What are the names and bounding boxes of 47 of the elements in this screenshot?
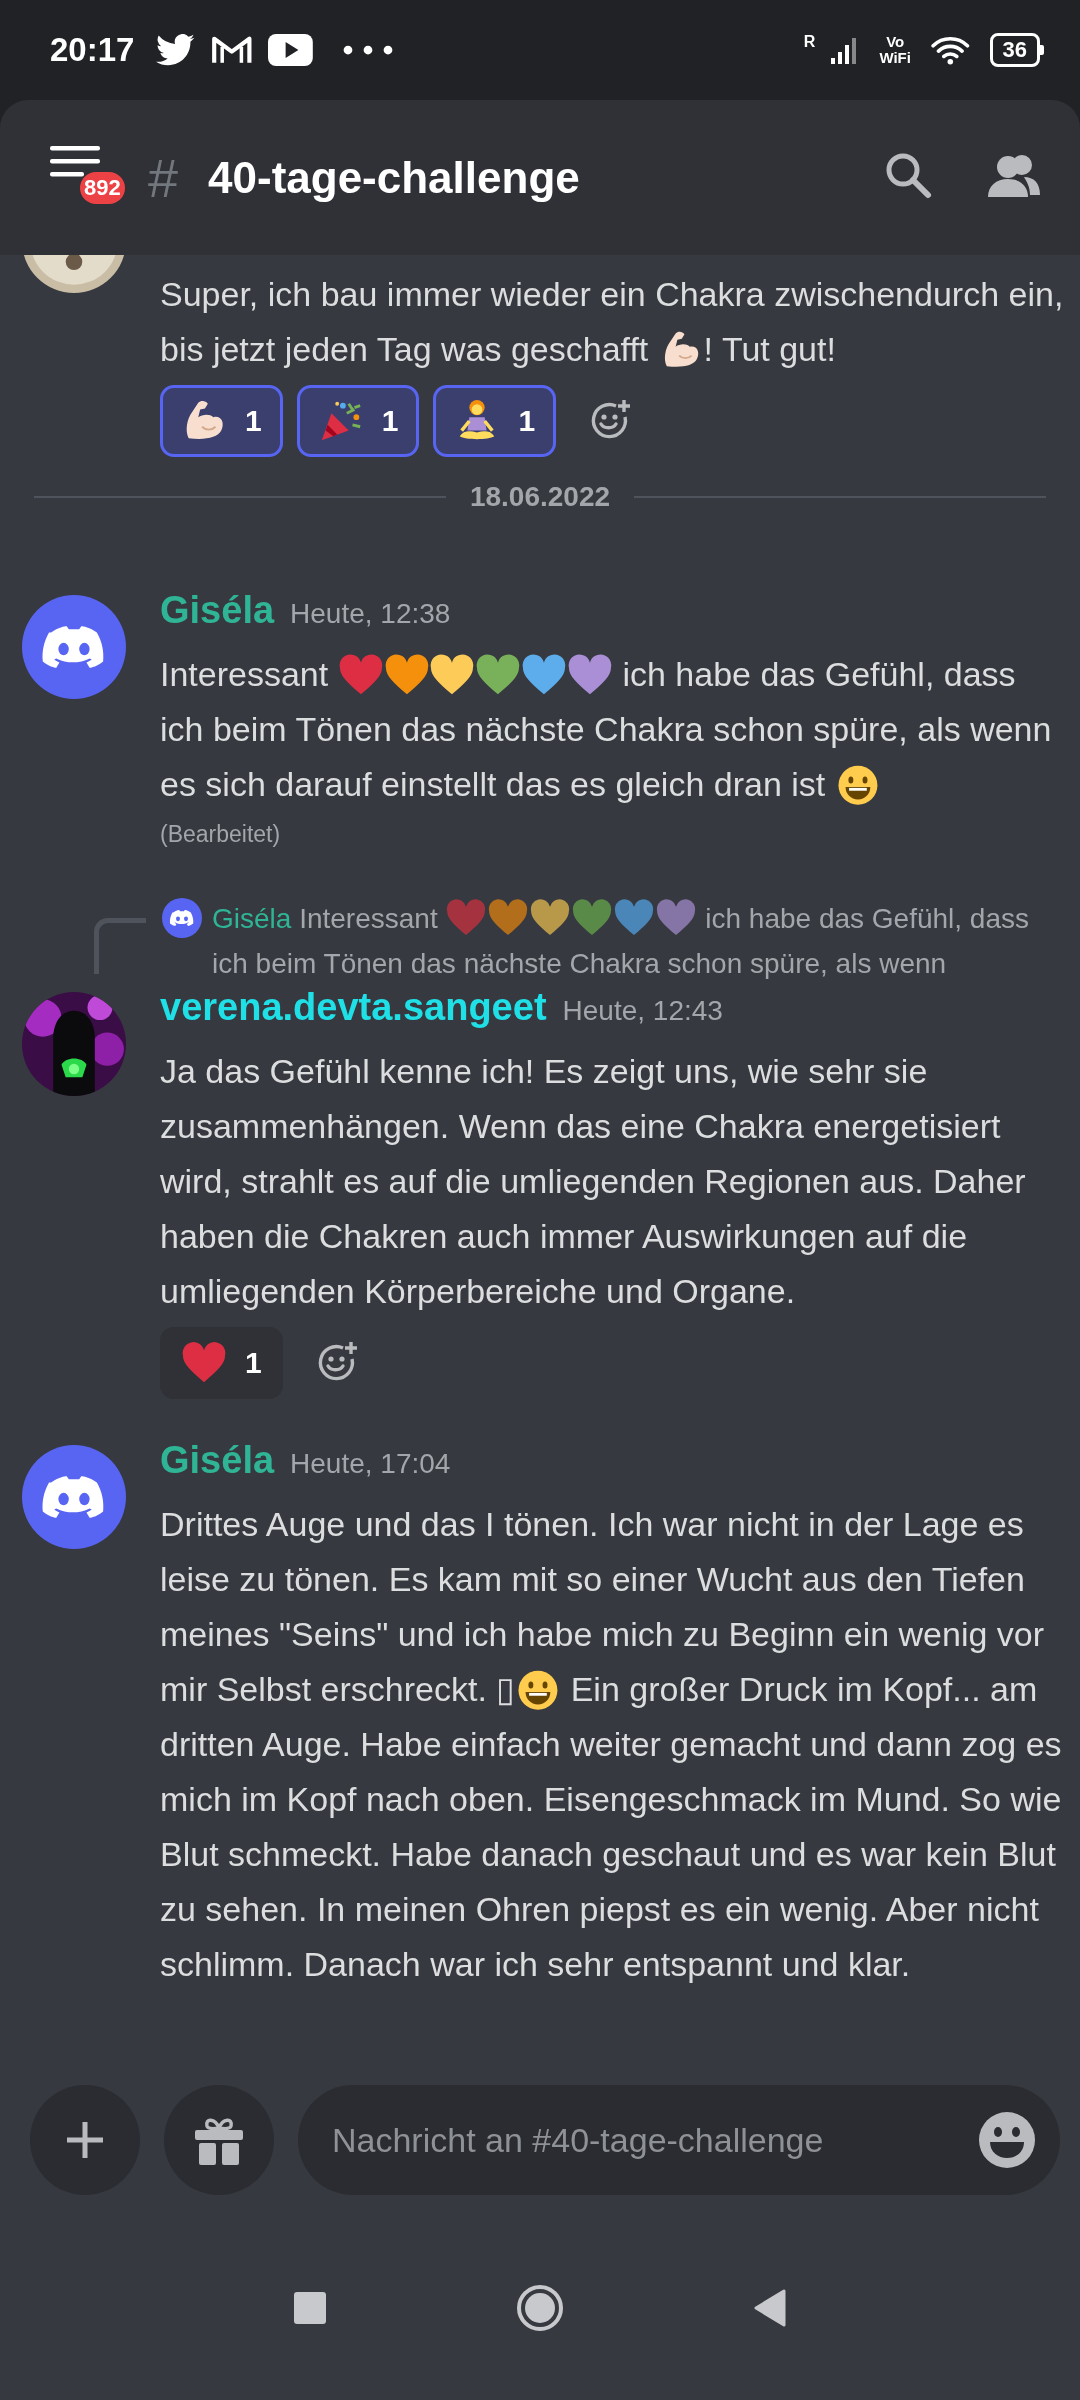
- battery-level: 36: [989, 33, 1040, 67]
- back-icon: [754, 2288, 786, 2327]
- home-button[interactable]: [516, 2283, 564, 2332]
- message-time: Heute, 17:04: [290, 1448, 451, 1480]
- reaction-button[interactable]: 1: [296, 385, 420, 457]
- author-name[interactable]: Giséla: [160, 589, 275, 632]
- clock-time: 20:17: [50, 31, 135, 69]
- unread-badge: 892: [80, 171, 125, 204]
- message-text: Ja das Gefühl kenne ich! Es zeigt uns, wie sehr sie zusammenhängen. Wenn das eine Chakra energetisiert wird, strahlt es auf die umliegenden Regionen aus. Daher haben die Chakren auch immer Auswirkungen auf die umliegenden Körperbereiche und Organe.: [160, 1051, 1027, 1312]
- message-text: Super, ich bau immer wieder ein Chakra zwischendurch ein, bis jetzt jeden Tag was geschafft ! Tut gut!: [160, 267, 1064, 377]
- reply-preview-text[interactable]: Giséla Interessant ich habe das Gefühl, dass ich beim Tönen das nächste Chakra schon spüre, als wenn: [212, 896, 1064, 986]
- reply-author[interactable]: Giséla: [212, 903, 292, 934]
- author-name[interactable]: Giséla: [160, 1439, 275, 1482]
- add-reaction-icon: [316, 1340, 359, 1383]
- plus-icon: [64, 2119, 106, 2161]
- reply-connector: [94, 918, 146, 974]
- wifi-icon: [930, 35, 970, 65]
- search-icon: [884, 151, 934, 201]
- date-divider-label: 18.06.2022: [469, 481, 611, 513]
- menu-button[interactable]: 892: [50, 139, 134, 216]
- emoji-icon[interactable]: [978, 2111, 1036, 2169]
- message-time: Heute, 12:38: [290, 598, 451, 630]
- home-icon: [516, 2283, 564, 2332]
- reaction-button[interactable]: 1: [160, 1327, 283, 1399]
- recents-button[interactable]: [294, 2291, 326, 2324]
- message-input[interactable]: Nachricht an #40-tage-challenge: [298, 2085, 1060, 2195]
- signal-label: R: [803, 33, 816, 51]
- author-name[interactable]: verena.devta.sangeet: [160, 986, 547, 1029]
- reaction-button[interactable]: 1: [433, 385, 557, 457]
- message-text: Interessant ich habe das Gefühl, dass ich beim Tönen das nächste Chakra schon spüre, als wenn es sich darauf einstellt das es gleich dran ist: [160, 647, 1064, 812]
- vowifi-label: Vo WiFi: [879, 34, 911, 66]
- message-time: Heute, 12:43: [562, 995, 723, 1027]
- more-icon: [343, 45, 394, 55]
- channel-title: 40-tage-challenge: [208, 152, 581, 203]
- back-button[interactable]: [754, 2288, 786, 2327]
- edited-label: (Bearbeitet): [160, 820, 282, 849]
- mail-icon: [210, 34, 253, 66]
- battery-tip: [1040, 45, 1044, 55]
- bird-icon: [156, 34, 195, 66]
- square-icon: [294, 2291, 326, 2324]
- play-icon: [268, 34, 314, 66]
- app-logo-avatar: [162, 898, 202, 938]
- add-reaction-icon: [590, 398, 633, 441]
- reaction-button[interactable]: 1: [160, 385, 283, 457]
- people-icon: [986, 153, 1042, 199]
- message-text: Drittes Auge und das I tönen. Ich war nicht in der Lage es leise zu tönen. Es kam mit so einer Wucht aus den Tiefen meines "Seins" und ich habe mich zu Beginn ein wenig vor mir Selbst erschreckt. ▯ Ein großer Druck im Kopf... am dritten Auge. Habe einfach weiter gemacht und dann zog es mich im Kopf nach oben. Eisengeschmack im Mund. So wie Blut schmeckt. Habe danach geschaut und es war kein Blut zu sehen. In meinen Ohren piepst es ein wenig. Aber nicht schlimm. Danach war ich sehr entspannt und klar.: [160, 1504, 1063, 1985]
- channel-hash: #: [148, 146, 179, 209]
